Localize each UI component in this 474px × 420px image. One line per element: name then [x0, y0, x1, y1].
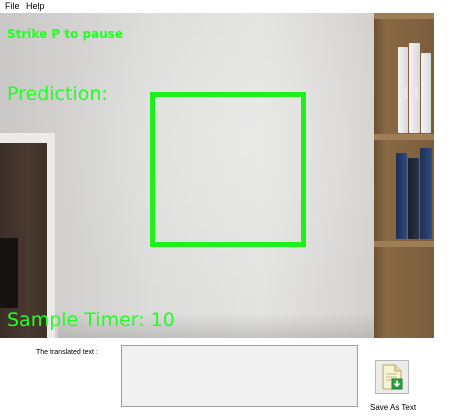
sample-timer: Sample Timer: 10 [7, 309, 175, 331]
shelf-board [374, 134, 434, 140]
prediction-label: Prediction: [7, 83, 108, 105]
save-as-text-button[interactable] [375, 360, 409, 394]
region-of-interest-box [150, 92, 306, 247]
door-shadow [0, 238, 18, 308]
binder [421, 53, 431, 133]
translated-text-box[interactable] [121, 345, 358, 407]
translated-text-label: The translated text : [36, 349, 98, 356]
pause-hint: Strike P to pause [7, 27, 124, 41]
binder [398, 47, 408, 133]
binder [408, 158, 419, 239]
shelf-board [374, 241, 434, 247]
binder [420, 148, 432, 239]
menu-bar: File Help [0, 0, 474, 12]
binder [396, 153, 407, 239]
save-as-text-label: Save As Text [370, 403, 417, 412]
shelf-board [374, 13, 434, 19]
camera-feed: Strike P to pause Prediction: Sample Tim… [0, 13, 434, 338]
menu-help[interactable]: Help [24, 0, 47, 12]
menu-file[interactable]: File [3, 0, 22, 12]
binder-label [412, 87, 418, 99]
binder-label [401, 87, 407, 99]
binder [409, 43, 420, 133]
document-download-icon [382, 364, 403, 390]
